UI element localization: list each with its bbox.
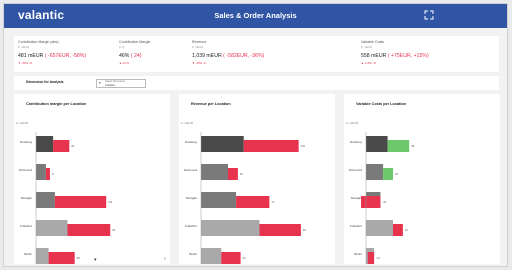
- value-label: 58: [77, 256, 80, 260]
- category-label: Dortmund: [184, 168, 198, 172]
- panel-contribution-margin: Contribution margin per Location in mEUR…: [14, 94, 170, 264]
- delta-bar: [383, 168, 393, 180]
- value-label: 22: [395, 172, 398, 176]
- category-label: Dortmund: [349, 168, 363, 172]
- kpi-contribution-margin-pct[interactable]: Contribution Margin in % 46% ( 24) ▲ 24 …: [115, 36, 185, 72]
- kpi-revenue[interactable]: Revenue in mEUR 1,039 mEUR ( -582EUR, -3…: [188, 36, 338, 72]
- kpi-deviation: ▲ +15% -%: [361, 61, 376, 65]
- category-label: Duisburg: [185, 140, 197, 144]
- category-label: Frankfurt: [20, 224, 32, 228]
- base-bar: [366, 164, 384, 180]
- value-label: 95: [112, 228, 115, 232]
- value-label: 22: [240, 172, 243, 176]
- category-label: Berlin: [354, 252, 362, 256]
- dimension-select-value: Location: [105, 83, 115, 87]
- contribution-margin-chart: in mEUR Duisburg 36 Dortmund 9 Stuttgart 114 Fr…: [16, 121, 116, 264]
- delta-bar: [53, 140, 70, 152]
- base-bar: [36, 164, 46, 180]
- value-label: 43: [243, 256, 246, 260]
- kpi-value: 481 mEUR ( -657EUR, -58%): [18, 53, 87, 59]
- value-label: 122: [301, 144, 306, 148]
- panel-variable-costs: Variable Costs per Location in mEUR Duisb…: [344, 94, 500, 264]
- category-label: Stuttgart: [186, 196, 198, 200]
- unit-label: in mEUR: [181, 121, 194, 125]
- kpi-deviation: ▼ -36% -%: [192, 61, 207, 65]
- category-label: Berlin: [189, 252, 197, 256]
- value-label: 9: [52, 172, 54, 176]
- base-bar: [36, 192, 55, 208]
- category-label: Duisburg: [20, 140, 32, 144]
- delta-bar: [221, 252, 241, 264]
- unit-label: in mEUR: [346, 121, 359, 125]
- base-bar: [201, 192, 237, 208]
- base-bar: [201, 220, 260, 236]
- value-label: 36: [71, 144, 74, 148]
- value-label: 74: [271, 200, 274, 204]
- delta-bar: [45, 168, 50, 180]
- base-bar: [201, 248, 222, 264]
- variable-costs-chart: in mEUR Duisburg 48 Dortmund 22 Stuttgart -43 F…: [346, 121, 415, 264]
- dimension-select[interactable]: ▾ Select Dimension Location: [96, 79, 146, 88]
- delta-bar: [259, 224, 301, 236]
- kpi-variable-costs[interactable]: Variable Costs in mEUR 558 mEUR ( +75EUR…: [357, 36, 497, 72]
- value-label: 114: [108, 200, 113, 204]
- kpi-row: Contribution Margin (abs) in mEUR 481 mE…: [14, 36, 499, 72]
- kpi-label: Contribution Margin: [119, 40, 151, 44]
- base-bar: [201, 136, 244, 152]
- top-bar: valantic Sales & Order Analysis: [4, 4, 507, 28]
- chevron-down-icon: ▾: [99, 81, 101, 85]
- kpi-deviation: ▲ 24 %: [119, 61, 129, 65]
- value-label: -43: [382, 200, 386, 204]
- scroll-marker-icon[interactable]: ▾: [94, 257, 97, 263]
- app-window: valantic Sales & Order Analysis Contribu…: [3, 3, 508, 267]
- delta-bar: [367, 252, 375, 264]
- revenue-chart: in mEUR Duisburg 122 Dortmund 22 Stuttgart 74 F…: [181, 121, 306, 264]
- kpi-label: Revenue: [192, 40, 207, 44]
- base-bar: [201, 164, 228, 180]
- category-label: Stuttgart: [351, 196, 363, 200]
- delta-bar: [393, 224, 403, 236]
- base-bar: [366, 220, 393, 236]
- unit-label: in mEUR: [16, 121, 29, 125]
- category-label: Dortmund: [19, 168, 33, 172]
- kpi-value: 46% ( 24): [119, 53, 142, 59]
- delta-bar: [228, 168, 238, 180]
- kpi-unit: in mEUR: [192, 45, 204, 49]
- kpi-deviation: ▼ -59% -%: [18, 61, 33, 65]
- category-label: Frankfurt: [350, 224, 362, 228]
- kpi-value: 558 mEUR ( +75EUR, +15%): [361, 53, 429, 59]
- panel-revenue: Revenue per Location in mEUR Duisburg 122 D…: [179, 94, 335, 264]
- kpi-value: 1,039 mEUR ( -582EUR, -36%): [192, 53, 265, 59]
- base-bar: [36, 220, 68, 236]
- delta-bar: [48, 252, 75, 264]
- base-bar: [36, 248, 49, 264]
- value-label: 92: [303, 228, 306, 232]
- value-label: -14: [376, 256, 380, 260]
- category-label: Frankfurt: [185, 224, 197, 228]
- kpi-label: Variable Costs: [361, 40, 385, 44]
- delta-bar: [243, 140, 299, 152]
- base-bar: [366, 136, 388, 152]
- kpi-unit: in %: [119, 45, 125, 49]
- category-label: Berlin: [24, 252, 32, 256]
- delta-bar: [387, 140, 410, 152]
- delta-bar: [54, 196, 107, 208]
- delta-bar: [361, 196, 381, 208]
- chevron-right-icon[interactable]: ›: [164, 256, 166, 262]
- value-label: 22: [405, 228, 408, 232]
- kpi-unit: in mEUR: [18, 45, 30, 49]
- delta-bar: [67, 224, 111, 236]
- category-label: Duisburg: [350, 140, 362, 144]
- value-label: 48: [411, 144, 414, 148]
- category-label: Stuttgart: [21, 196, 33, 200]
- dimension-bar: Dimension for Analysis ▾ Select Dimensio…: [14, 76, 499, 90]
- fullscreen-icon[interactable]: [424, 10, 434, 20]
- kpi-unit: in mEUR: [361, 45, 373, 49]
- dimension-label: Dimension for Analysis: [26, 80, 64, 84]
- kpi-label: Contribution Margin (abs): [18, 40, 59, 44]
- base-bar: [36, 136, 54, 152]
- delta-bar: [236, 196, 270, 208]
